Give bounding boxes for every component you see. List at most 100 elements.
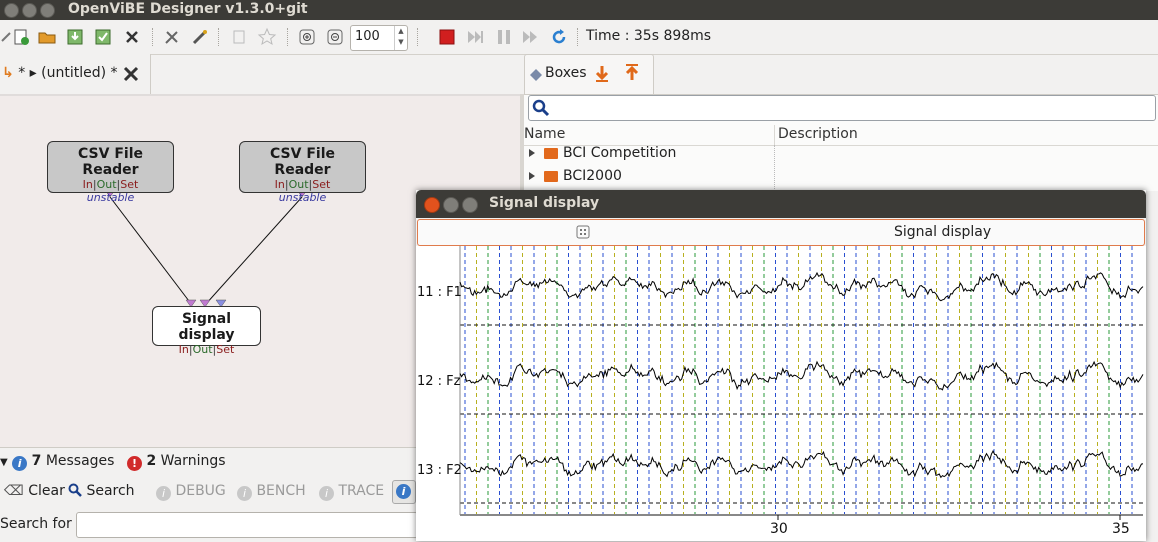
tab-boxes[interactable]: Boxes	[524, 54, 654, 95]
console-panel: ▼ i 7 Messages ! 2 Warnings ⌫ Clear Sear…	[0, 447, 418, 542]
info-icon: i	[12, 456, 28, 471]
zoom-stepper[interactable]: 100 ▲ ▼	[350, 25, 408, 51]
signal-plot	[459, 246, 1144, 520]
x-tick-30: 30	[770, 521, 788, 537]
console-toggle[interactable]: ▼ i 7 Messages	[0, 453, 114, 471]
zoom-spin-arrows[interactable]: ▲ ▼	[394, 26, 407, 50]
bench-label: BENCH	[256, 483, 306, 499]
sort-down-icon[interactable]	[593, 64, 611, 84]
box-set-label: Set	[120, 178, 139, 191]
signal-plot-area: 11 : F1 12 : Fz 13 : F2 30 35	[416, 246, 1146, 541]
sort-up-icon[interactable]	[623, 62, 641, 82]
box-io: In|Out|Set	[178, 343, 235, 356]
signal-display-toggle-label: Signal display	[894, 224, 992, 240]
x-tick-35: 35	[1112, 521, 1130, 537]
copy-icon[interactable]	[229, 27, 249, 47]
signal-window-maximize-button[interactable]	[462, 197, 478, 213]
info-icon: i	[396, 484, 411, 499]
messages-count: 7	[31, 453, 42, 469]
box-name: CSV File Reader	[78, 146, 143, 178]
expand-icon[interactable]	[529, 149, 535, 157]
signal-window-close-button[interactable]	[424, 197, 440, 213]
close-tab-icon[interactable]	[122, 65, 140, 83]
box-set-label: Set	[312, 178, 331, 191]
debug-toggle[interactable]: i DEBUG	[156, 483, 226, 501]
trace-icon: i	[319, 486, 334, 501]
box-set-label: Set	[216, 343, 235, 356]
tab-scenario[interactable]: ↳ * ▸ (untitled) *	[0, 54, 151, 94]
signal-display-toggle-button[interactable]: Signal display	[417, 219, 1145, 246]
column-name[interactable]: Name	[524, 126, 565, 142]
bench-toggle[interactable]: i BENCH	[237, 483, 306, 501]
trace-toggle[interactable]: i TRACE	[319, 483, 384, 501]
stop-icon[interactable]	[437, 27, 457, 47]
debug-label: DEBUG	[175, 483, 226, 499]
close-scenario-icon[interactable]	[122, 27, 142, 47]
search-icon	[68, 483, 82, 497]
step-icon[interactable]	[465, 27, 485, 47]
tab-scenario-text: * ▸ (untitled) *	[18, 65, 118, 81]
background-panel-edge	[1146, 232, 1158, 541]
boxes-tab-icon	[530, 69, 542, 81]
clear-icon: ⌫	[4, 483, 24, 499]
trace-label: TRACE	[338, 483, 385, 499]
csv-file-reader-box-1[interactable]: CSV File Reader In|Out|Set unstable	[47, 141, 174, 204]
box-io: In|Out|Set	[274, 178, 331, 191]
refresh-icon[interactable]	[549, 27, 569, 47]
box-out-label: Out	[192, 343, 213, 356]
warnings-indicator[interactable]: ! 2 Warnings	[127, 453, 226, 471]
signal-window-minimize-button[interactable]	[443, 197, 459, 213]
close-window-button[interactable]	[4, 3, 19, 18]
tools-icon[interactable]	[162, 27, 182, 47]
channel-trace	[459, 360, 1144, 391]
channel-trace	[459, 271, 1144, 302]
zoom-value[interactable]: 100	[355, 29, 380, 44]
info-toggle[interactable]: i	[392, 480, 416, 504]
tab-boxes-label: Boxes	[545, 65, 587, 81]
search-for-input[interactable]	[76, 512, 418, 538]
warning-icon: !	[127, 456, 142, 471]
pause-icon[interactable]	[494, 27, 514, 47]
channel-label-fz: 12 : Fz	[417, 374, 461, 389]
channel-label-f2: 13 : F2	[417, 463, 462, 478]
signal-display-window: Signal display Signal display 11 : F1 12…	[416, 190, 1146, 541]
column-description[interactable]: Description	[778, 126, 858, 142]
main-toolbar: 100 ▲ ▼ Time : 35s 898ms	[0, 20, 1158, 55]
collapse-triangle-icon[interactable]: ▼	[0, 457, 8, 468]
debug-icon: i	[156, 486, 171, 501]
open-folder-icon[interactable]	[37, 27, 57, 47]
box-name: CSV File Reader	[270, 146, 335, 178]
box-name: Signal display	[178, 311, 235, 343]
box-in-label: In	[178, 343, 189, 356]
new-scenario-icon[interactable]	[10, 27, 30, 47]
tree-item-bci-competition[interactable]: BCI Competition	[524, 143, 1158, 165]
star-icon[interactable]	[257, 27, 277, 47]
save-as-icon[interactable]	[93, 27, 113, 47]
expand-icon[interactable]	[529, 172, 535, 180]
box-in-label: In	[82, 178, 93, 191]
search-button[interactable]: Search	[68, 483, 135, 499]
minimize-window-button[interactable]	[22, 3, 37, 18]
time-label: Time : 35s 898ms	[586, 28, 712, 44]
fast-forward-icon[interactable]	[521, 27, 541, 47]
tree-item-bci2000[interactable]: BCI2000	[524, 166, 1158, 188]
window-titlebar: OpenViBE Designer v1.3.0+git	[0, 0, 1158, 20]
signal-display-box[interactable]: Signal display In|Out|Set	[152, 306, 261, 356]
app-title: OpenViBE Designer v1.3.0+git	[68, 1, 308, 17]
zoom-out-icon[interactable]	[325, 27, 345, 47]
comment-pen-icon[interactable]	[190, 27, 210, 47]
box-in-label: In	[274, 178, 285, 191]
zoom-in-icon[interactable]	[297, 27, 317, 47]
boxes-search-input[interactable]	[528, 95, 1156, 121]
channel-label-f1: 11 : F1	[417, 285, 462, 300]
save-icon[interactable]	[65, 27, 85, 47]
maximize-window-button[interactable]	[40, 3, 55, 18]
tab-scenario-label: ↳ * ▸ (untitled) *	[2, 65, 118, 81]
csv-file-reader-box-2[interactable]: CSV File Reader In|Out|Set unstable	[239, 141, 366, 204]
tree-item-label: BCI2000	[563, 168, 622, 184]
tree-item-label: BCI Competition	[563, 145, 677, 161]
scenario-state-icon: ↳	[2, 65, 14, 81]
toolbar-grid-icon	[576, 225, 590, 239]
search-icon	[532, 99, 550, 117]
clear-button[interactable]: ⌫ Clear	[4, 483, 65, 499]
